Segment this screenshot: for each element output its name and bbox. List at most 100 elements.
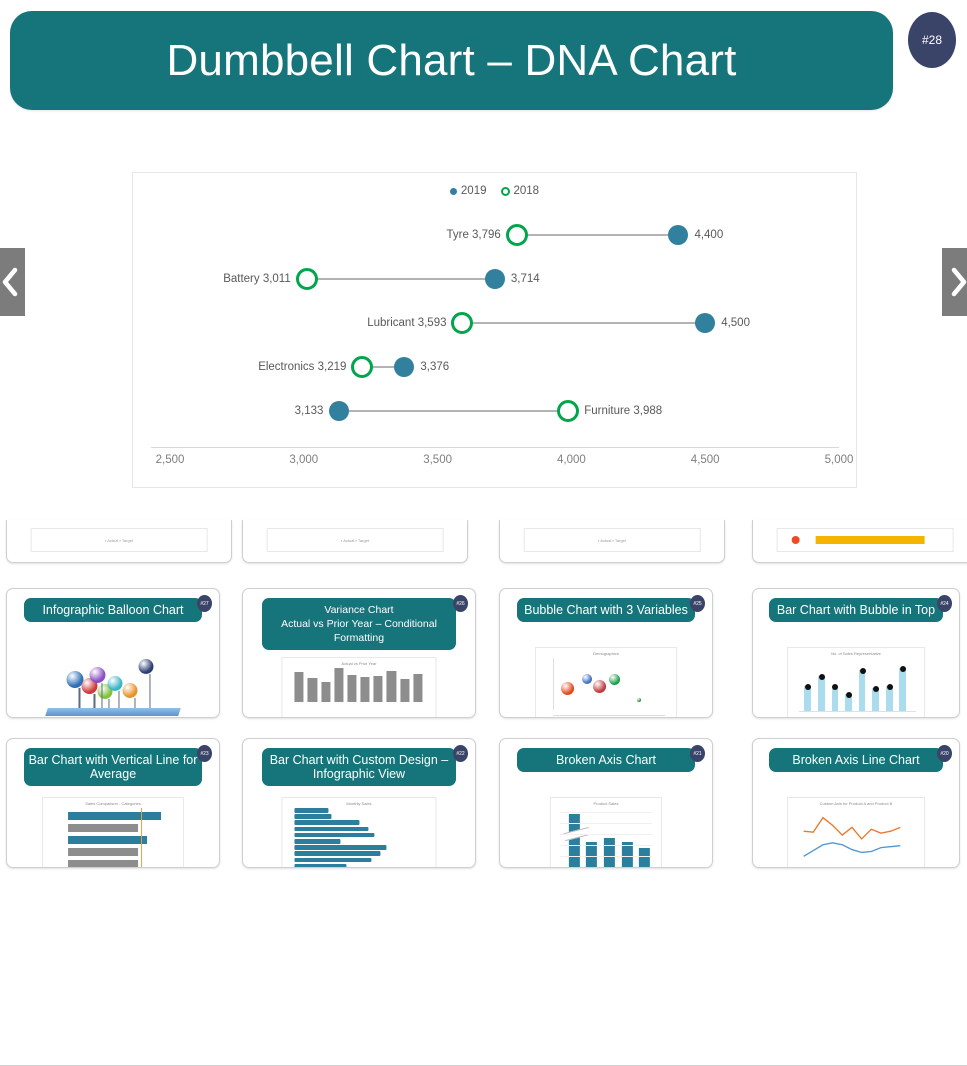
x-axis-tick: 4,500 xyxy=(691,454,720,466)
mini-bubble-top xyxy=(819,674,825,680)
dumbbell-connector xyxy=(307,278,495,280)
thumbnail-partial[interactable]: ▪ Actual ▪ Target xyxy=(242,520,468,563)
mini-legend: ▪ Actual ▪ Target xyxy=(268,538,443,543)
thumbnail-partial[interactable]: ▪ Actual ▪ Target xyxy=(499,520,725,563)
mini-chart-title: Monthly Sales xyxy=(282,801,435,806)
x-axis-tick: 3,500 xyxy=(423,454,452,466)
thumbnail-badge: #27 xyxy=(197,595,212,612)
mini-bar xyxy=(387,671,396,702)
thumbnail-mini-chart: ▪ Actual ▪ Target xyxy=(524,528,701,552)
thumbnail-slide[interactable]: Bar Chart with Vertical Line for Average… xyxy=(6,738,220,868)
dumbbell-row: Lubricant 3,593 4,500 xyxy=(133,301,856,345)
mini-chart-title: Actual vs Prior Year xyxy=(282,661,435,666)
mini-chart-title: Custom Axis for Product A and Product B xyxy=(788,801,924,806)
mini-bar xyxy=(818,676,825,712)
slide-thumbnail-grid: ▪ Actual ▪ Target ▪ Actual ▪ Target ▪ Actu… xyxy=(0,520,967,871)
mini-bar xyxy=(295,814,332,819)
mini-bubble xyxy=(609,674,620,685)
thumbnail-artwork: Demographics xyxy=(500,645,712,711)
balloon-base xyxy=(45,708,180,716)
mini-bar xyxy=(604,838,615,868)
thumbnail-title: Bar Chart with Vertical Line for Average xyxy=(24,748,202,786)
chart-plot-area: Tyre 3,7964,400Battery 3,0113,714Lubrica… xyxy=(133,173,856,487)
mini-chart-title: Product Sales xyxy=(551,801,661,806)
point-label-right: 4,500 xyxy=(721,317,750,329)
thumbnail-artwork: Product Sales xyxy=(500,795,712,861)
thumbnail-partial[interactable]: ▪ Actual ▪ Target xyxy=(6,520,232,563)
thumbnail-mini-chart: ▪ Actual ▪ Target xyxy=(267,528,444,552)
mini-bubble-top xyxy=(860,668,866,674)
marker-2019[interactable] xyxy=(485,269,505,289)
point-label-left: Lubricant 3,593 xyxy=(367,317,446,329)
thumbnail-title: Bar Chart with Bubble in Top xyxy=(769,598,942,622)
marker-2018[interactable] xyxy=(296,268,318,290)
x-axis-tick: 2,500 xyxy=(156,454,185,466)
marker-2019[interactable] xyxy=(329,401,349,421)
marker-2018[interactable] xyxy=(451,312,473,334)
mini-gridline xyxy=(560,812,653,813)
mini-bubble-top xyxy=(846,692,852,698)
thumbnail-mini-chart: ▪ Actual ▪ Target xyxy=(31,528,208,552)
mini-average-line xyxy=(141,808,142,868)
thumbnail-slide[interactable]: Infographic Balloon Chart#27 xyxy=(6,588,220,718)
thumbnail-mini-chart: Custom Axis for Product A and Product B—… xyxy=(787,797,925,868)
mini-bar xyxy=(361,677,370,702)
thumbnail-slide[interactable]: Broken Axis Line Chart#20Custom Axis for… xyxy=(752,738,960,868)
point-label-right: 3,714 xyxy=(511,273,540,285)
thumbnail-artwork: Custom Axis for Product A and Product B—… xyxy=(753,795,959,861)
mini-chart-title: No. of Sales Representative xyxy=(788,651,924,656)
thumbnail-mini-chart: No. of Sales Representative xyxy=(787,647,925,718)
mini-chart-title: Sales Comparison - Categories xyxy=(43,801,183,806)
mini-bar xyxy=(68,836,146,844)
point-label-left: Tyre 3,796 xyxy=(446,229,500,241)
mini-bar xyxy=(308,678,317,702)
page-title: Dumbbell Chart – DNA Chart xyxy=(166,36,736,86)
marker-2019[interactable] xyxy=(394,357,414,377)
mini-bar xyxy=(347,675,356,702)
dumbbell-row: Tyre 3,7964,400 xyxy=(133,213,856,257)
marker-2018[interactable] xyxy=(351,356,373,378)
mini-bar xyxy=(321,682,330,702)
balloon xyxy=(138,659,153,674)
next-slide-button[interactable] xyxy=(942,248,967,316)
dumbbell-connector xyxy=(517,234,679,236)
mini-line-chart xyxy=(796,808,916,866)
mini-bar xyxy=(859,670,866,712)
thumbnail-artwork: Monthly Sales xyxy=(243,795,475,861)
mini-bar xyxy=(639,848,650,868)
thumbnail-badge: #23 xyxy=(197,745,212,762)
prev-slide-button[interactable] xyxy=(0,248,25,316)
thumbnail-mini-chart: Sales Comparison - Categories xyxy=(42,797,184,868)
marker-2019[interactable] xyxy=(668,225,688,245)
mini-bubble xyxy=(561,682,574,695)
thumbnail-badge: #22 xyxy=(453,745,468,762)
thumbnail-mini-chart: Monthly Sales xyxy=(281,797,436,868)
mini-bubble xyxy=(593,680,606,693)
mini-bar xyxy=(295,851,381,856)
thumbnail-slide[interactable]: Bubble Chart with 3 Variables#25Demograp… xyxy=(499,588,713,718)
thumbnail-mini-chart xyxy=(15,645,210,717)
dumbbell-connector xyxy=(462,322,705,324)
balloon xyxy=(90,667,106,683)
marker-2018[interactable] xyxy=(557,400,579,422)
marker-2019[interactable] xyxy=(695,313,715,333)
dumbbell-row: Battery 3,0113,714 xyxy=(133,257,856,301)
mini-bar xyxy=(295,808,329,813)
mini-axis xyxy=(553,715,665,716)
thumbnail-slide[interactable]: Bar Chart with Custom Design – Infograph… xyxy=(242,738,476,868)
x-axis-tick: 4,000 xyxy=(557,454,586,466)
marker-2018[interactable] xyxy=(506,224,528,246)
balloon xyxy=(107,676,122,691)
thumbnail-slide[interactable]: Broken Axis Chart#21Product Sales xyxy=(499,738,713,868)
thumbnail-mini-chart xyxy=(777,528,954,552)
thumbnail-slide[interactable]: Variance Chart Actual vs Prior Year – Co… xyxy=(242,588,476,718)
mini-bar xyxy=(295,833,375,838)
thumbnail-slide[interactable]: Bar Chart with Bubble in Top#24No. of Sa… xyxy=(752,588,960,718)
thumbnail-partial[interactable] xyxy=(752,520,967,563)
x-axis-tick: 3,000 xyxy=(289,454,318,466)
thumbnail-mini-chart: Product Sales xyxy=(550,797,662,868)
x-axis-tick-labels: 2,5003,0003,5004,0004,5005,000 xyxy=(133,454,856,474)
dumbbell-row: 3,133Furniture 3,988 xyxy=(133,389,856,433)
mini-bar xyxy=(374,676,383,702)
dumbbell-chart-panel: 2019 2018 Tyre 3,7964,400Battery 3,0113,… xyxy=(132,172,857,488)
